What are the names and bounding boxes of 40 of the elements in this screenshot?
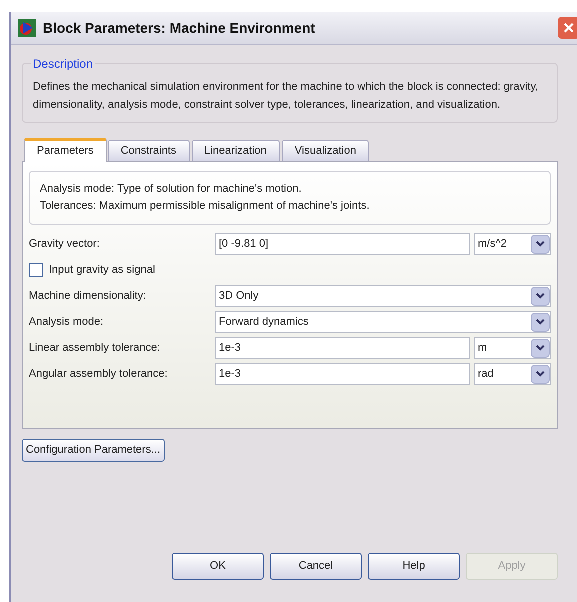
field-label: Angular assembly tolerance: xyxy=(29,366,169,382)
dropdown-button[interactable] xyxy=(531,234,550,254)
close-button[interactable] xyxy=(558,17,577,39)
block-icon xyxy=(17,18,37,38)
dropdown-button[interactable] xyxy=(531,338,550,358)
description-text: Defines the mechanical simulation environment for the machine to which the block is connected: gravity, dimensionality, analysis mode, constraint solver type, tolerances, linearization, and visualization. xyxy=(33,80,540,113)
dialog-button[interactable]: OK xyxy=(172,553,264,580)
tab[interactable]: Constraints xyxy=(108,140,190,161)
chevron-down-icon xyxy=(536,241,545,247)
checkbox[interactable] xyxy=(29,263,43,277)
unit-dropdown[interactable]: rad xyxy=(474,363,551,385)
dropdown-button[interactable] xyxy=(531,286,550,306)
field-label: Linear assembly tolerance: xyxy=(29,340,162,356)
tab[interactable]: Linearization xyxy=(192,140,280,161)
input-field[interactable]: [0 -9.81 0] xyxy=(215,233,470,255)
input-field[interactable]: 1e-3 xyxy=(215,363,470,385)
chevron-down-icon xyxy=(536,345,545,351)
field-label: Gravity vector: xyxy=(29,236,101,252)
chevron-down-icon xyxy=(536,293,545,299)
checkbox-label: Input gravity as signal xyxy=(49,262,156,278)
close-icon xyxy=(563,22,575,34)
window-title: Block Parameters: Machine Environment xyxy=(43,18,316,38)
input-field[interactable]: 1e-3 xyxy=(215,337,470,359)
tab[interactable]: Parameters xyxy=(24,138,107,162)
dialog-button[interactable]: Cancel xyxy=(270,553,362,580)
tab[interactable]: Visualization xyxy=(282,140,370,161)
chevron-down-icon xyxy=(536,319,545,325)
configuration-button[interactable]: Configuration Parameters... xyxy=(22,439,165,462)
dialog-button[interactable]: Help xyxy=(368,553,460,580)
dropdown-field[interactable]: Forward dynamics xyxy=(215,311,551,333)
help-text: Analysis mode: Type of solution for machine's motion. xyxy=(40,182,303,197)
unit-dropdown[interactable]: m/s^2 xyxy=(474,233,551,255)
dropdown-field[interactable]: 3D Only xyxy=(215,285,551,307)
field-label: Analysis mode: xyxy=(29,314,105,330)
dropdown-button[interactable] xyxy=(531,312,550,332)
dropdown-button[interactable] xyxy=(531,364,550,384)
help-text: Tolerances: Maximum permissible misalignment of machine's joints. xyxy=(40,199,371,214)
unit-dropdown[interactable]: m xyxy=(474,337,551,359)
field-label: Machine dimensionality: xyxy=(29,288,148,304)
chevron-down-icon xyxy=(536,371,545,377)
